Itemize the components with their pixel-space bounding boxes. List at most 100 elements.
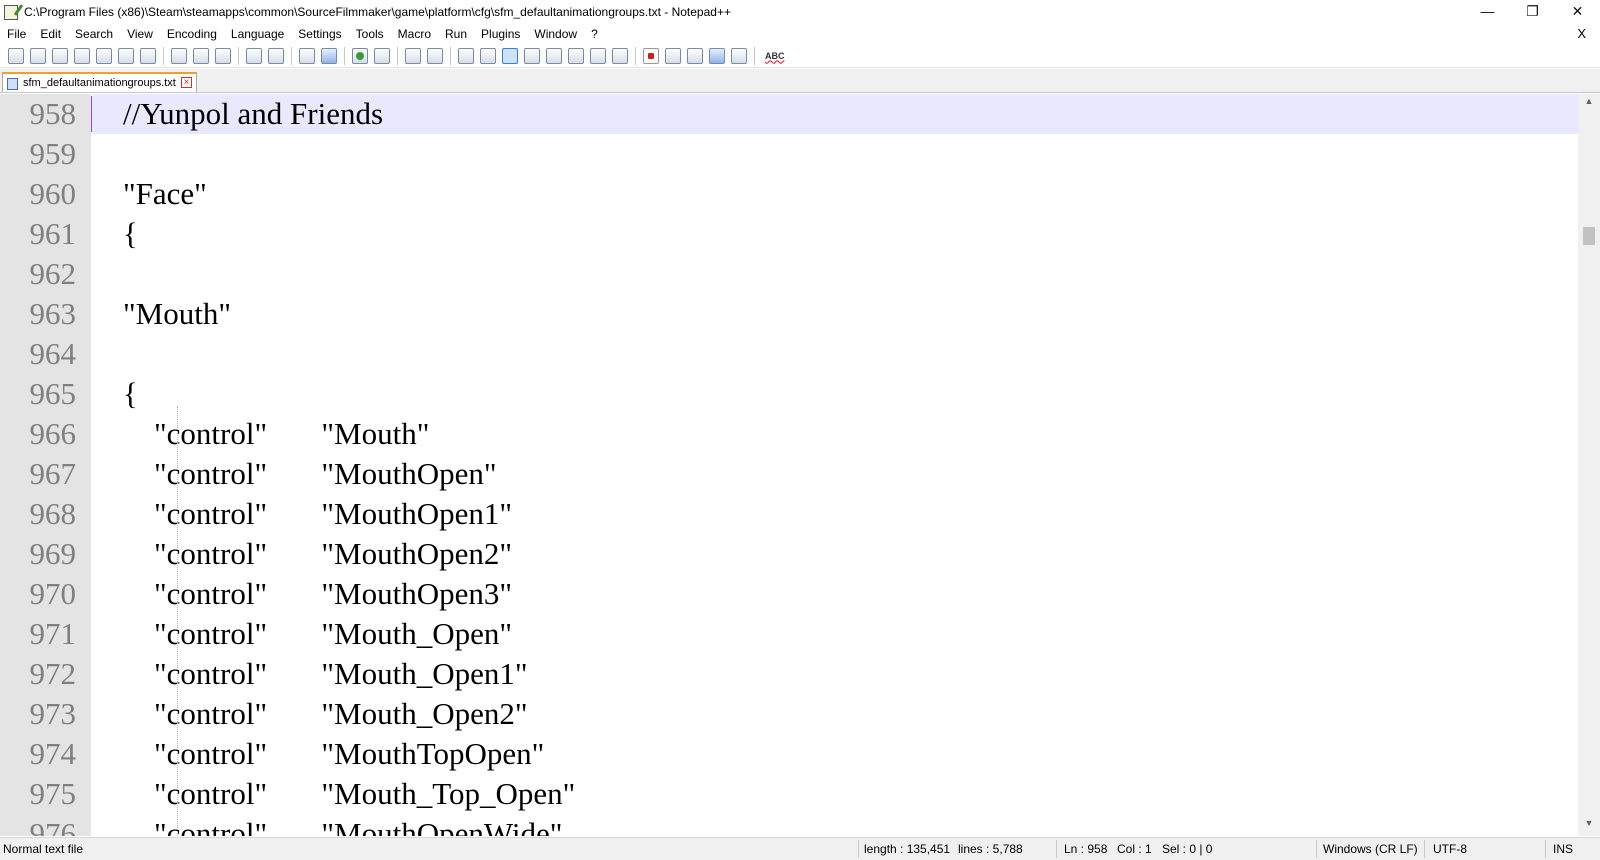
code-line[interactable]: "control" "Mouth_Open2": [92, 694, 1578, 734]
tab-bar: sfm_defaultanimationgroups.txt ×: [0, 69, 1600, 93]
print-icon[interactable]: [140, 47, 156, 64]
open-file-icon[interactable]: [30, 47, 46, 64]
tab-label: sfm_defaultanimationgroups.txt: [23, 77, 176, 89]
paste-icon[interactable]: [215, 47, 231, 64]
close-document-button[interactable]: X: [1577, 26, 1586, 41]
code-line[interactable]: [92, 254, 1578, 294]
line-number-gutter: 958 959 960 961 962 963 964 965 966 967 …: [0, 94, 91, 836]
toolbar-separator: [754, 46, 755, 65]
code-line[interactable]: "control" "MouthOpen3": [92, 574, 1578, 614]
code-line[interactable]: {: [92, 374, 1578, 414]
line-number: 959: [29, 136, 77, 171]
monitor-icon[interactable]: [612, 47, 628, 64]
menu-settings[interactable]: Settings: [291, 27, 348, 41]
close-icon[interactable]: [96, 47, 112, 64]
toolbar-separator: [397, 46, 398, 65]
function-list-icon[interactable]: [568, 47, 584, 64]
folder-as-workspace-icon[interactable]: [590, 47, 606, 64]
play-macro-icon[interactable]: [687, 47, 703, 64]
status-separator: [1424, 840, 1425, 858]
minimize-button[interactable]: —: [1465, 0, 1510, 22]
sync-horizontal-icon[interactable]: [427, 47, 443, 64]
code-line[interactable]: [92, 334, 1578, 374]
code-line[interactable]: "control" "Mouth_Top_Open": [92, 774, 1578, 814]
menu-language[interactable]: Language: [224, 27, 291, 41]
toolbar-separator: [163, 46, 164, 65]
close-all-icon[interactable]: [118, 47, 134, 64]
menu-plugins[interactable]: Plugins: [474, 27, 527, 41]
code-line[interactable]: [92, 134, 1578, 174]
indent-guide-icon[interactable]: [502, 47, 518, 64]
menu-file[interactable]: File: [0, 27, 33, 41]
menu-macro[interactable]: Macro: [391, 27, 438, 41]
line-number: 965: [29, 376, 77, 411]
code-line[interactable]: "control" "MouthTopOpen": [92, 734, 1578, 774]
scroll-up-icon[interactable]: ▲: [1578, 96, 1600, 112]
cut-icon[interactable]: [171, 47, 187, 64]
restore-button[interactable]: ❐: [1510, 0, 1555, 22]
editor[interactable]: 958 959 960 961 962 963 964 965 966 967 …: [0, 94, 1600, 836]
sync-vertical-icon[interactable]: [405, 47, 421, 64]
save-icon[interactable]: [52, 47, 68, 64]
scroll-down-icon[interactable]: ▼: [1578, 818, 1600, 834]
status-separator: [1056, 840, 1057, 858]
toolbar-separator: [291, 46, 292, 65]
code-line[interactable]: "control" "MouthOpen1": [92, 494, 1578, 534]
code-line[interactable]: "control" "Mouth_Open": [92, 614, 1578, 654]
status-separator: [1545, 840, 1546, 858]
tab-close-icon[interactable]: ×: [180, 77, 192, 88]
save-all-icon[interactable]: [74, 47, 90, 64]
find-icon[interactable]: [299, 47, 315, 64]
copy-icon[interactable]: [193, 47, 209, 64]
code-line[interactable]: "control" "Mouth": [92, 414, 1578, 454]
code-line[interactable]: "control" "MouthOpen2": [92, 534, 1578, 574]
menu-help[interactable]: ?: [584, 27, 605, 41]
code-line[interactable]: "Mouth": [92, 294, 1578, 334]
save-macro-icon[interactable]: [731, 47, 747, 64]
menu-search[interactable]: Search: [68, 27, 120, 41]
show-all-chars-icon[interactable]: [480, 47, 496, 64]
menu-window[interactable]: Window: [527, 27, 584, 41]
window-controls: — ❐ ✕: [1465, 0, 1600, 24]
document-map-icon[interactable]: [546, 47, 562, 64]
code-line[interactable]: "control" "MouthOpen": [92, 454, 1578, 494]
menu-run[interactable]: Run: [438, 27, 474, 41]
line-number: 973: [29, 696, 77, 731]
toolbar: ABC: [0, 44, 1600, 68]
zoom-in-icon[interactable]: [352, 47, 368, 64]
code-line-current[interactable]: //Yunpol and Friends: [92, 94, 1578, 134]
toolbar-separator: [344, 46, 345, 65]
line-number: 968: [29, 496, 77, 531]
zoom-out-icon[interactable]: [374, 47, 390, 64]
menu-edit[interactable]: Edit: [33, 27, 68, 41]
stop-macro-icon[interactable]: [665, 47, 681, 64]
code-line[interactable]: {: [92, 214, 1578, 254]
line-number: 969: [29, 536, 77, 571]
notepad-plus-plus-icon: [4, 4, 18, 20]
tab-sfm-defaultanimationgroups[interactable]: sfm_defaultanimationgroups.txt ×: [2, 72, 197, 92]
code-line[interactable]: "control" "MouthOpenWide": [92, 814, 1578, 836]
menu-encoding[interactable]: Encoding: [160, 27, 224, 41]
status-encoding: UTF-8: [1433, 842, 1467, 856]
line-number: 976: [29, 816, 77, 836]
menu-view[interactable]: View: [120, 27, 160, 41]
code-area[interactable]: //Yunpol and Friends "Face" { "Mouth" { …: [92, 94, 1578, 836]
run-macro-multiple-icon[interactable]: [709, 47, 725, 64]
scrollbar-thumb[interactable]: [1583, 227, 1595, 245]
menu-tools[interactable]: Tools: [349, 27, 391, 41]
vertical-scrollbar[interactable]: ▲ ▼: [1578, 94, 1600, 836]
replace-icon[interactable]: [321, 47, 337, 64]
redo-icon[interactable]: [268, 47, 284, 64]
code-line[interactable]: "control" "Mouth_Open1": [92, 654, 1578, 694]
undo-icon[interactable]: [246, 47, 262, 64]
new-file-icon[interactable]: [8, 47, 24, 64]
spell-check-icon[interactable]: ABC: [765, 51, 785, 61]
close-window-button[interactable]: ✕: [1555, 0, 1600, 22]
status-file-type: Normal text file: [3, 842, 84, 856]
word-wrap-icon[interactable]: [458, 47, 474, 64]
code-line[interactable]: "Face": [92, 174, 1578, 214]
line-number: 974: [29, 736, 77, 771]
record-macro-icon[interactable]: [643, 47, 659, 64]
status-line-number: Ln : 958: [1064, 842, 1108, 856]
user-language-icon[interactable]: [524, 47, 540, 64]
